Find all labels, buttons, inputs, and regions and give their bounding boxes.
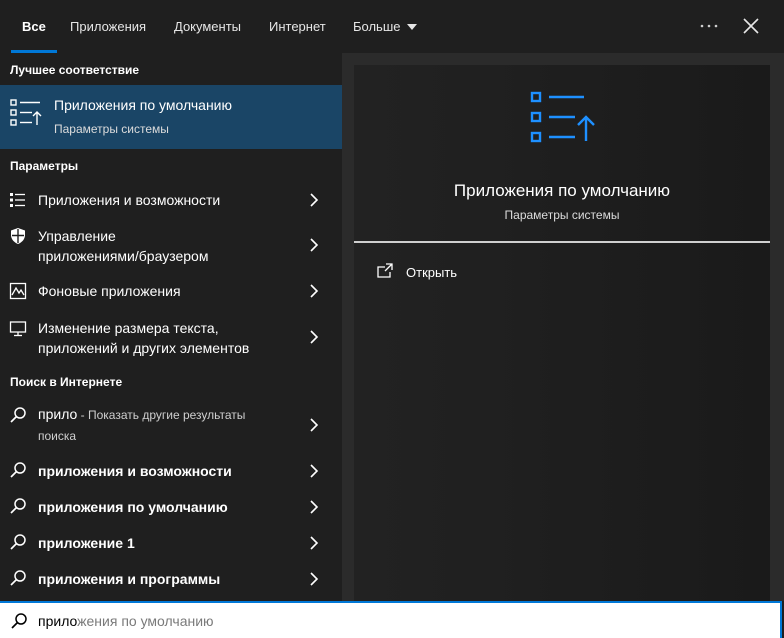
web-item-label: приложения и программы — [38, 571, 221, 587]
ellipsis-icon — [700, 24, 718, 28]
tab-apps[interactable]: Приложения — [70, 0, 146, 53]
chevron-down-icon — [406, 23, 417, 30]
best-match-subtitle: Параметры системы — [54, 122, 169, 136]
display-icon — [9, 321, 27, 337]
search-autocomplete: жения по умолчанию — [77, 613, 214, 629]
chevron-right-icon — [310, 238, 319, 252]
section-best-match: Лучшее соответствие — [10, 63, 140, 77]
search-icon — [10, 498, 26, 514]
web-item[interactable]: приложение 1 — [0, 525, 342, 561]
tab-more[interactable]: Больше — [353, 0, 417, 53]
web-item-label: приложения по умолчанию — [38, 499, 228, 515]
web-item-suffix: - Показать другие результаты — [77, 408, 246, 422]
default-apps-icon — [530, 91, 595, 143]
settings-item-label-line1: Управление — [38, 228, 116, 244]
search-input[interactable]: приложения по умолчанию — [38, 613, 214, 629]
close-button[interactable] — [737, 12, 765, 40]
settings-item-label-line1: Изменение размера текста, — [38, 320, 219, 336]
search-typed-text: прило — [38, 613, 78, 629]
chevron-right-icon — [310, 330, 319, 344]
preview-subtitle: Параметры системы — [504, 208, 620, 222]
settings-item-app-browser-control[interactable]: Управление приложениями/браузером — [0, 223, 342, 267]
filter-tab-bar: Все Приложения Документы Интернет Больше — [0, 0, 784, 53]
results-list: Лучшее соответствие Приложения по умолча… — [0, 53, 342, 601]
web-item-suffix2: поиска — [38, 429, 77, 443]
apps-features-icon — [10, 193, 25, 207]
tab-more-label: Больше — [353, 19, 401, 34]
chevron-right-icon — [310, 418, 319, 432]
search-icon — [10, 462, 26, 478]
default-apps-icon — [10, 99, 42, 126]
settings-item-label-line2: приложениями/браузером — [38, 248, 209, 264]
search-icon — [11, 613, 27, 629]
close-icon — [743, 18, 759, 34]
settings-item-background-apps[interactable]: Фоновые приложения — [0, 273, 342, 309]
web-item-show-more[interactable]: прило - Показать другие результаты поиск… — [0, 398, 342, 448]
chevron-right-icon — [310, 572, 319, 586]
web-item-label: приложения и возможности — [38, 463, 232, 479]
best-match-title: Приложения по умолчанию — [54, 97, 232, 113]
search-icon — [10, 407, 26, 423]
background-apps-icon — [9, 282, 27, 300]
more-options-button[interactable] — [695, 12, 723, 40]
web-item[interactable]: приложения по умолчанию — [0, 489, 342, 525]
divider — [354, 241, 770, 243]
section-web-search: Поиск в Интернете — [10, 375, 123, 389]
preview-panel: Приложения по умолчанию Параметры систем… — [342, 53, 784, 601]
shield-icon — [11, 228, 25, 244]
tab-web[interactable]: Интернет — [269, 0, 326, 53]
settings-item-label: Приложения и возможности — [38, 192, 221, 208]
settings-item-label-line2: приложений и других элементов — [38, 340, 250, 356]
chevron-right-icon — [310, 500, 319, 514]
preview-card: Приложения по умолчанию Параметры систем… — [354, 65, 770, 601]
tab-all[interactable]: Все — [11, 0, 57, 53]
best-match-item[interactable]: Приложения по умолчанию Параметры систем… — [0, 85, 342, 149]
chevron-right-icon — [310, 193, 319, 207]
web-item-label: приложение 1 — [38, 535, 135, 551]
settings-item-text-size[interactable]: Изменение размера текста, приложений и д… — [0, 315, 342, 359]
search-icon — [10, 570, 26, 586]
open-label: Открыть — [406, 265, 458, 280]
settings-item-apps-features[interactable]: Приложения и возможности — [0, 182, 342, 218]
chevron-right-icon — [310, 464, 319, 478]
tab-documents[interactable]: Документы — [174, 0, 241, 53]
chevron-right-icon — [310, 536, 319, 550]
section-settings: Параметры — [10, 159, 79, 173]
preview-title: Приложения по умолчанию — [453, 181, 671, 200]
search-icon — [10, 534, 26, 550]
settings-item-label: Фоновые приложения — [38, 283, 181, 299]
web-item-query: прило — [38, 406, 78, 422]
web-item[interactable]: приложения и возможности — [0, 453, 342, 489]
open-icon — [377, 263, 393, 278]
chevron-right-icon — [310, 284, 319, 298]
web-item[interactable]: приложения и программы — [0, 561, 342, 597]
search-box[interactable]: приложения по умолчанию — [0, 601, 782, 638]
